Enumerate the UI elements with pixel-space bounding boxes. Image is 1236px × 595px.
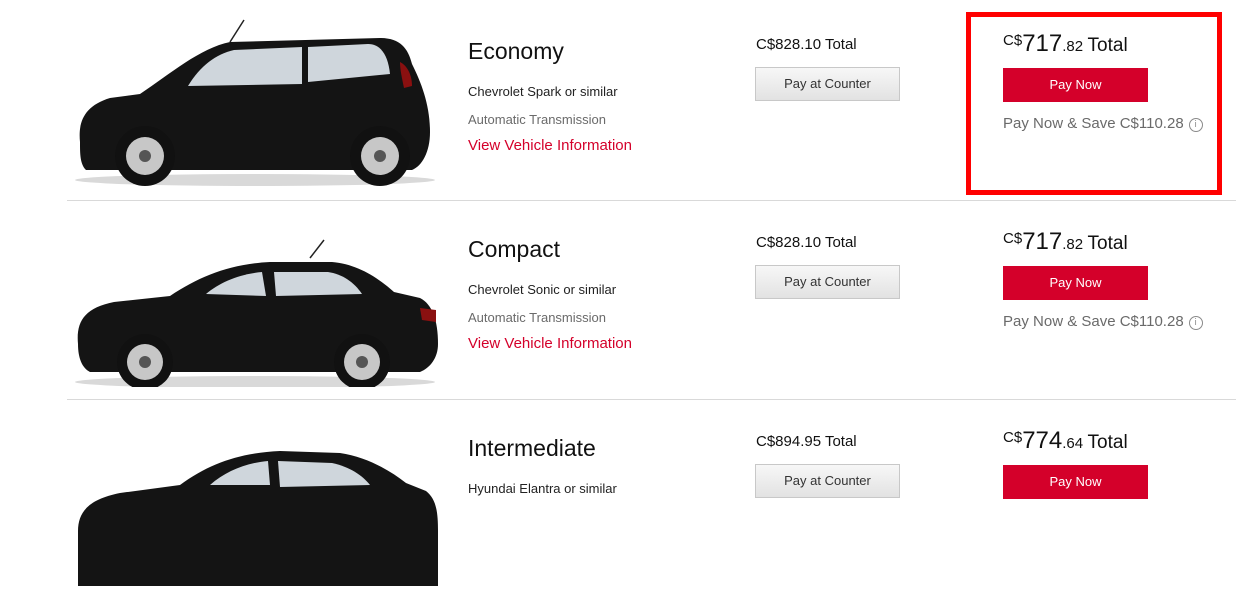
currency-symbol: C$	[1003, 230, 1023, 247]
vehicle-row-intermediate: Intermediate Hyundai Elantra or similar …	[0, 397, 1236, 595]
price-cents: .82	[1062, 236, 1084, 253]
savings-text: Pay Now & Save C$110.28	[1003, 313, 1184, 330]
vehicle-model: Chevrolet Spark or similar	[468, 84, 618, 99]
car-image-hatchback	[75, 19, 435, 186]
vehicle-transmission: Automatic Transmission	[468, 310, 606, 325]
vehicle-row-compact: Compact Chevrolet Sonic or similar Autom…	[0, 198, 1236, 396]
highlight-box	[966, 12, 1222, 195]
price-whole: 717	[1022, 228, 1063, 255]
pay-at-counter-button[interactable]: Pay at Counter	[755, 67, 900, 101]
vehicle-transmission: Automatic Transmission	[468, 112, 606, 127]
vehicle-class-title: Intermediate	[468, 435, 596, 461]
vehicle-class-title: Economy	[468, 38, 564, 64]
pay-now-total-price: C$774.64 Total	[1003, 427, 1128, 455]
pay-at-counter-button[interactable]: Pay at Counter	[755, 464, 900, 498]
vehicle-row-economy: Economy Chevrolet Spark or similar Autom…	[0, 0, 1236, 198]
counter-total-price: C$828.10 Total	[756, 234, 857, 251]
price-total-label: Total	[1087, 233, 1128, 254]
counter-total-price: C$894.95 Total	[756, 433, 857, 450]
car-image-sedan	[78, 451, 438, 586]
view-vehicle-info-link[interactable]: View Vehicle Information	[468, 137, 632, 154]
vehicle-model: Hyundai Elantra or similar	[468, 481, 617, 496]
pay-at-counter-button[interactable]: Pay at Counter	[755, 265, 900, 299]
counter-total-price: C$828.10 Total	[756, 36, 857, 53]
view-vehicle-info-link[interactable]: View Vehicle Information	[468, 335, 632, 352]
price-whole: 774	[1022, 427, 1063, 454]
pay-now-button[interactable]: Pay Now	[1003, 465, 1148, 499]
pay-now-savings: Pay Now & Save C$110.28 i	[1003, 313, 1203, 330]
info-icon[interactable]: i	[1188, 316, 1203, 330]
vehicle-class-title: Compact	[468, 236, 561, 262]
car-image-sedan	[75, 239, 439, 387]
pay-now-total-price: C$717.82 Total	[1003, 228, 1128, 256]
vehicle-model: Chevrolet Sonic or similar	[468, 282, 617, 297]
currency-symbol: C$	[1003, 429, 1023, 446]
price-cents: .64	[1062, 435, 1084, 452]
price-total-label: Total	[1087, 432, 1128, 453]
pay-now-button[interactable]: Pay Now	[1003, 266, 1148, 300]
